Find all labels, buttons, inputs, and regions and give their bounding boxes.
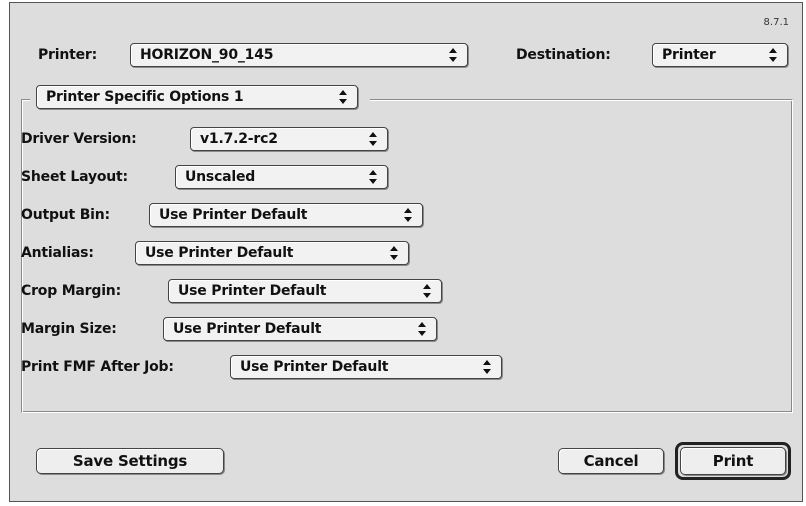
save-settings-button[interactable]: Save Settings [36, 448, 224, 474]
print-dialog: 8.7.1 Printer: HORIZON_90_145 Destinatio… [9, 2, 803, 502]
driver-version-popup[interactable]: v1.7.2-rc2 [190, 127, 388, 151]
driver-version-label: Driver Version: [21, 131, 137, 147]
destination-label: Destination: [516, 47, 611, 63]
print-fmf-value: Use Printer Default [240, 359, 389, 375]
antialias-popup[interactable]: Use Printer Default [135, 241, 409, 265]
output-bin-value: Use Printer Default [159, 207, 308, 223]
crop-margin-popup[interactable]: Use Printer Default [168, 279, 442, 303]
sheet-layout-label: Sheet Layout: [21, 169, 128, 185]
driver-version-value: v1.7.2-rc2 [200, 131, 278, 147]
panel-popup-value: Printer Specific Options 1 [46, 89, 244, 105]
print-button[interactable]: Print [680, 447, 786, 475]
sheet-layout-popup[interactable]: Unscaled [175, 165, 388, 189]
version-label: 8.7.1 [763, 17, 789, 28]
printer-popup[interactable]: HORIZON_90_145 [130, 43, 468, 67]
margin-size-popup[interactable]: Use Printer Default [163, 317, 437, 341]
up-down-arrows-icon [367, 166, 379, 188]
destination-popup-value: Printer [662, 47, 716, 63]
panel-popup[interactable]: Printer Specific Options 1 [36, 85, 358, 109]
up-down-arrows-icon [447, 44, 459, 66]
crop-margin-value: Use Printer Default [178, 283, 327, 299]
margin-size-label: Margin Size: [21, 321, 117, 337]
antialias-label: Antialias: [21, 245, 94, 261]
margin-size-value: Use Printer Default [173, 321, 322, 337]
cancel-button[interactable]: Cancel [558, 448, 664, 474]
crop-margin-label: Crop Margin: [21, 283, 121, 299]
printer-popup-value: HORIZON_90_145 [140, 47, 274, 63]
output-bin-popup[interactable]: Use Printer Default [149, 203, 423, 227]
print-fmf-label: Print FMF After Job: [21, 359, 174, 375]
print-fmf-popup[interactable]: Use Printer Default [230, 355, 502, 379]
sheet-layout-value: Unscaled [185, 169, 256, 185]
printer-label: Printer: [38, 47, 98, 63]
up-down-arrows-icon [337, 86, 349, 108]
destination-popup[interactable]: Printer [652, 43, 788, 67]
up-down-arrows-icon [481, 356, 493, 378]
up-down-arrows-icon [367, 128, 379, 150]
up-down-arrows-icon [421, 280, 433, 302]
up-down-arrows-icon [388, 242, 400, 264]
antialias-value: Use Printer Default [145, 245, 294, 261]
up-down-arrows-icon [767, 44, 779, 66]
output-bin-label: Output Bin: [21, 207, 110, 223]
up-down-arrows-icon [416, 318, 428, 340]
up-down-arrows-icon [402, 204, 414, 226]
